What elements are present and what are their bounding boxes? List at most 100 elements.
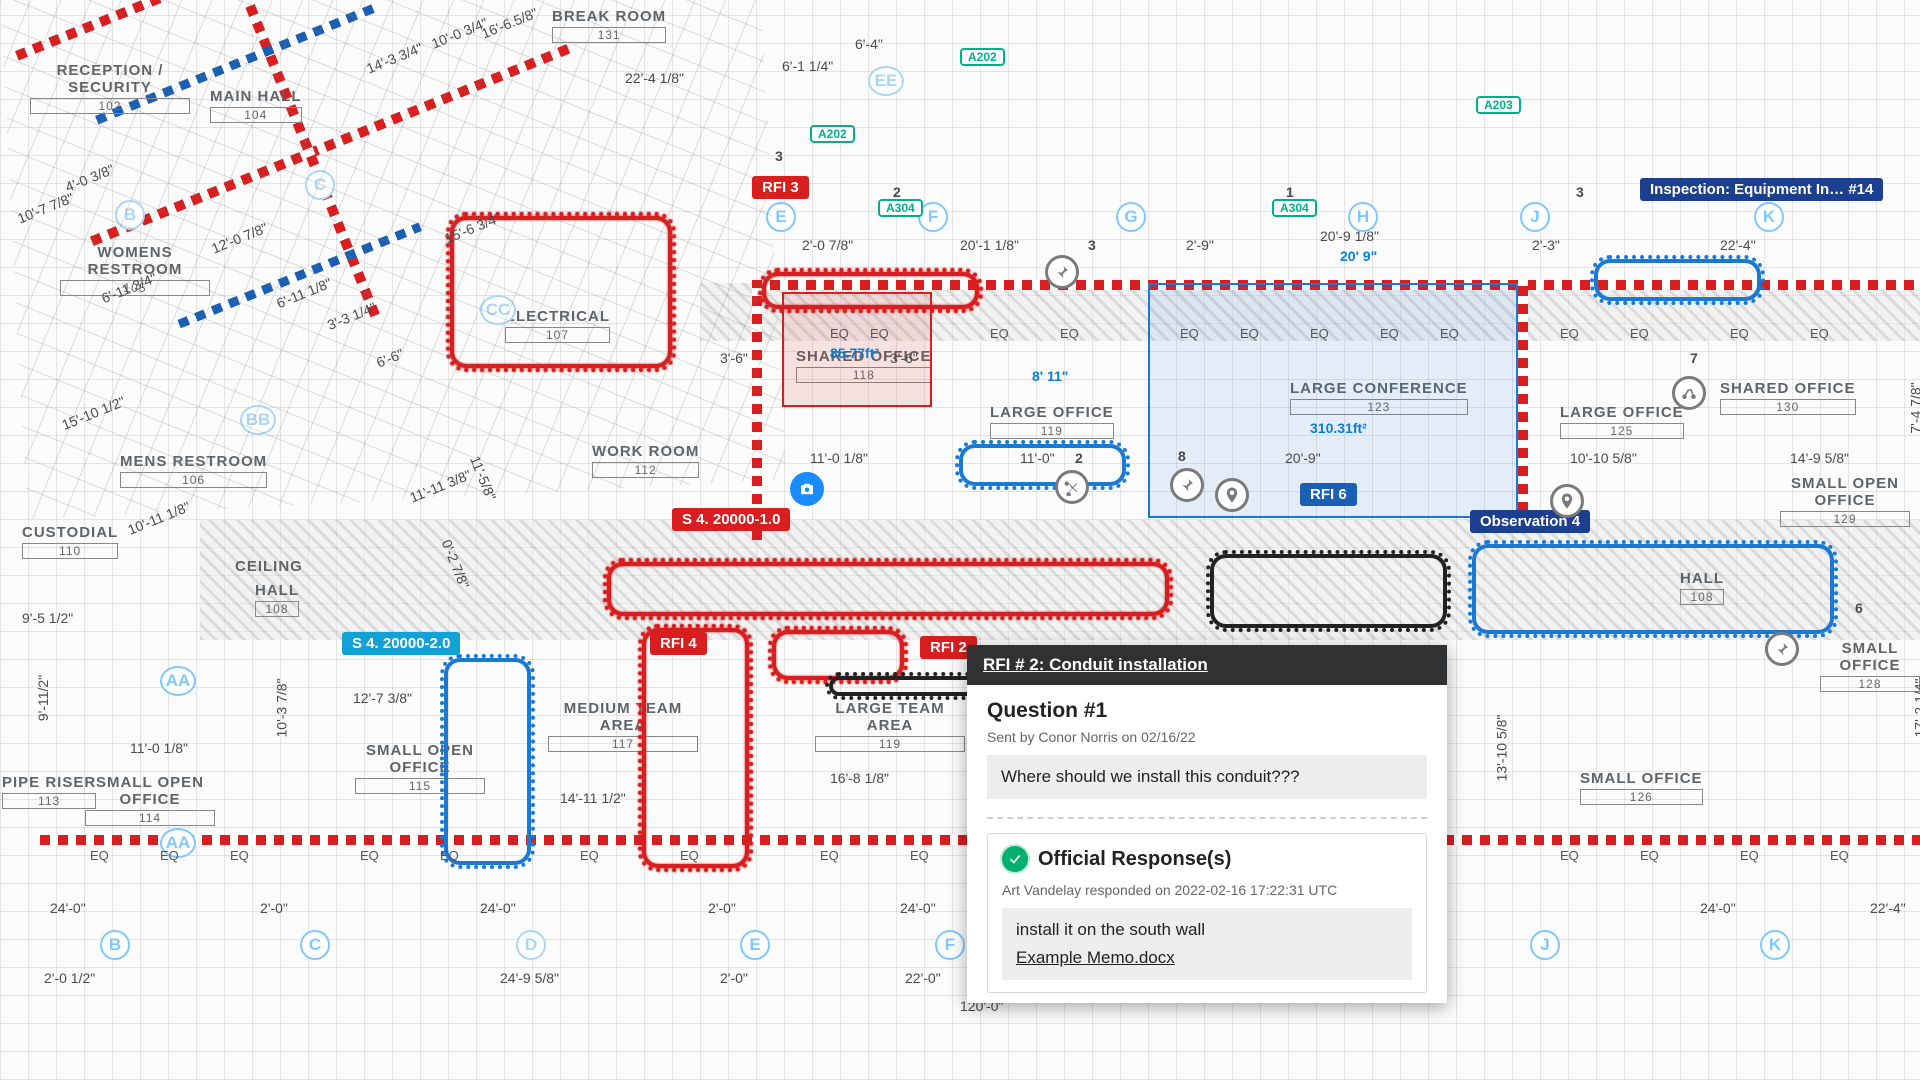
tag-a202b[interactable]: A202 <box>810 125 855 143</box>
callout-6: 6 <box>1855 600 1863 616</box>
room-largeoffice1: LARGE OFFICE119 <box>990 404 1114 439</box>
eq: EQ <box>1560 326 1579 341</box>
eq: EQ <box>1380 326 1399 341</box>
eq: EQ <box>1630 326 1649 341</box>
dim: 7'-4 7/8" <box>1908 382 1920 433</box>
room-hall: HALL108 <box>255 582 299 617</box>
dim: 11'-11 3/8" <box>407 466 473 505</box>
eq: EQ <box>1810 326 1829 341</box>
dim: 11'-0" <box>1020 450 1055 466</box>
rfi-response-box: Official Response(s) Art Vandelay respon… <box>987 833 1427 993</box>
tag-a202a[interactable]: A202 <box>960 48 1005 66</box>
room-smalloffice: SMALL OFFICE126 <box>1580 770 1703 805</box>
dim: 24'-0" <box>480 900 516 916</box>
room-lgteam: LARGE TEAM AREA119 <box>815 700 965 752</box>
pin-bike[interactable] <box>1672 376 1706 410</box>
room-smalloffice2: SMALL OFFICE128 <box>1820 640 1920 692</box>
pin-pushpin-2[interactable] <box>1170 468 1204 502</box>
tag-a304b[interactable]: A304 <box>1272 199 1317 217</box>
dim: 20'-9" <box>1285 450 1321 466</box>
cloud-black-1 <box>1206 550 1451 632</box>
eq: EQ <box>1060 326 1079 341</box>
dim: 22'-4" <box>1720 237 1756 253</box>
floorplan-canvas[interactable]: BREAK ROOM131 RECEPTION / SECURITY102 MA… <box>0 0 1920 1080</box>
grid-EE: EE <box>868 66 904 96</box>
eq: EQ <box>990 326 1009 341</box>
flag-s4a[interactable]: S 4. 20000-1.0 <box>672 508 790 531</box>
rfi-responses-heading: Official Response(s) <box>1038 848 1231 871</box>
eq: EQ <box>1640 848 1659 863</box>
dim: 12'-7 3/8" <box>353 690 412 706</box>
flag-inspection[interactable]: Inspection: Equipment In… #14 <box>1640 178 1883 201</box>
eq: EQ <box>1730 326 1749 341</box>
dim: 16'-6.5/8" <box>479 5 540 42</box>
room-mainhall: MAIN HALL104 <box>210 88 302 123</box>
eq: EQ <box>230 848 249 863</box>
callout-3a: 3 <box>1576 184 1584 200</box>
callout-7: 7 <box>1690 350 1698 366</box>
dim: 24'-0" <box>50 900 86 916</box>
dim: 20'-9 1/8" <box>1320 228 1379 244</box>
dim: 3'-3 1/4" <box>325 299 378 333</box>
grid-CC: CC <box>480 295 516 325</box>
callout-1: 1 <box>1286 184 1294 200</box>
tag-a203[interactable]: A203 <box>1476 96 1521 114</box>
room-electrical: ELECTRICAL107 <box>505 308 610 343</box>
dim: 14'-9 5/8" <box>1790 450 1849 466</box>
dim: 2'-0" <box>720 970 748 986</box>
callout-3c: 3 <box>775 148 783 164</box>
room-break: BREAK ROOM131 <box>552 8 666 43</box>
pin-pushpin-1[interactable] <box>1045 255 1079 289</box>
dim: 11'-0 1/8" <box>810 450 868 466</box>
flag-rfi4[interactable]: RFI 4 <box>650 632 707 655</box>
dim: 22'-0" <box>905 970 941 986</box>
grid-G-top: G <box>1116 202 1146 232</box>
rfi-popup-header[interactable]: RFI # 2: Conduit installation <box>967 645 1447 685</box>
dim: 15'-6 3/4" <box>442 210 503 247</box>
dim: 3'-6" <box>720 350 748 366</box>
pin-camera[interactable] <box>790 472 824 506</box>
eq: EQ <box>1240 326 1259 341</box>
eq: EQ <box>830 326 849 341</box>
dim: 6'-4" <box>855 36 883 52</box>
dim: 6'-6" <box>374 345 406 370</box>
pin-pushpin-3[interactable] <box>1765 632 1799 666</box>
wall-vert-2 <box>1518 280 1528 530</box>
pin-location-2[interactable] <box>1550 484 1584 518</box>
dim-blue: 20' 9" <box>1340 248 1377 264</box>
room-soopen3: SMALL OPEN OFFICE129 <box>1780 475 1910 527</box>
rfi-attachment-link[interactable]: Example Memo.docx <box>1016 948 1175 968</box>
pin-location-1[interactable] <box>1215 478 1249 512</box>
dim: 24'-0" <box>1700 900 1736 916</box>
eq: EQ <box>440 848 459 863</box>
check-icon <box>1002 846 1028 872</box>
dim: 10'-3 7/8" <box>274 678 290 737</box>
wing-rotated <box>0 0 903 459</box>
rfi-popup-title-link[interactable]: RFI # 2: Conduit installation <box>983 655 1208 674</box>
cloud-red-2 <box>603 558 1173 620</box>
dim: 11'-0 1/8" <box>130 740 188 756</box>
dim-blue-area1: 85.77ft² <box>830 345 879 361</box>
dim: 10'-7 7/8" <box>15 190 76 227</box>
flag-rfi6[interactable]: RFI 6 <box>1300 483 1357 506</box>
room-piperiser: PIPE RISER113 <box>2 774 96 809</box>
grid-C: C <box>305 170 335 200</box>
dim: 20'-1 1/8" <box>960 237 1019 253</box>
pin-scissors[interactable] <box>1055 470 1089 504</box>
grid-J-top: J <box>1520 202 1550 232</box>
flag-s4b[interactable]: S 4. 20000-2.0 <box>342 632 460 655</box>
eq: EQ <box>870 326 889 341</box>
room-reception: RECEPTION / SECURITY102 <box>30 62 190 114</box>
room-custodial: CUSTODIAL110 <box>22 524 118 559</box>
dim: 17'-2 1/4" <box>1912 678 1920 737</box>
grid-E-bot: E <box>740 930 770 960</box>
grid-C-bot: C <box>300 930 330 960</box>
separator <box>987 817 1427 819</box>
dim: 16'-8 1/8" <box>830 770 889 786</box>
callout-8: 8 <box>1178 448 1186 464</box>
tag-a304a[interactable]: A304 <box>878 199 923 217</box>
cloud-blue-2 <box>1590 255 1765 305</box>
flag-rfi3[interactable]: RFI 3 <box>752 176 809 199</box>
dim: 6'-1 1/4" <box>782 58 833 74</box>
room-largeoffice2: LARGE OFFICE125 <box>1560 404 1684 439</box>
